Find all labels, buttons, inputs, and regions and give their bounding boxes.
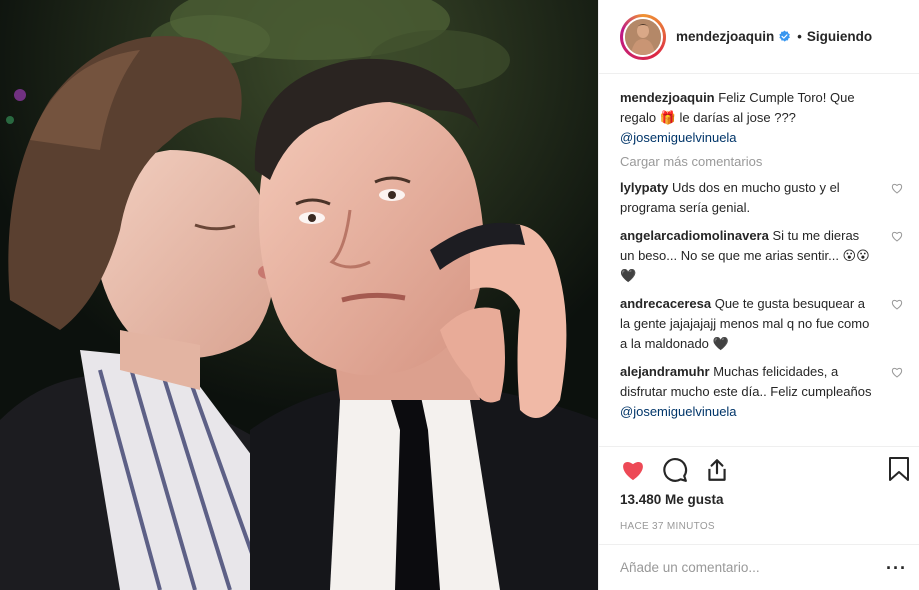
comment-username[interactable]: lylypaty [620,180,668,195]
post-photo-illustration [0,0,598,590]
add-comment-bar: ··· [599,544,919,590]
small-heart-icon[interactable] [891,231,903,242]
load-more-comments-button[interactable]: Cargar más comentarios [620,154,893,169]
instagram-post: mendezjoaquin • Siguiendo mendezjoaquin … [0,0,919,590]
small-heart-icon[interactable] [891,183,903,194]
avatar-image [625,18,661,55]
comment-bubble-icon[interactable] [662,457,688,483]
comment-username[interactable]: andrecaceresa [620,296,711,311]
small-heart-icon[interactable] [891,367,903,378]
story-ring[interactable] [620,13,666,60]
share-icon[interactable] [704,457,730,483]
action-bar [599,446,919,492]
comments-list: mendezjoaquin Feliz Cumple Toro! Que reg… [599,74,919,446]
small-heart-icon[interactable] [891,299,903,310]
comment-input[interactable] [620,560,887,575]
post-header: mendezjoaquin • Siguiendo [599,0,919,74]
caption-username[interactable]: mendezjoaquin [620,90,715,105]
caption-mention[interactable]: @josemiguelvinuela [620,130,737,145]
comment-item: angelarcadiomolinavera Si tu me dieras u… [620,226,903,286]
comment-mention[interactable]: @josemiguelvinuela [620,404,737,419]
heart-filled-icon[interactable] [620,457,646,483]
comment-item: andrecaceresa Que te gusta besuquear a l… [620,294,903,354]
header-username[interactable]: mendezjoaquin [676,29,774,44]
more-options-button[interactable]: ··· [886,559,907,577]
comment-username[interactable]: angelarcadiomolinavera [620,228,769,243]
post-timestamp: HACE 37 MINUTOS [620,521,715,532]
likes-count[interactable]: 13.480 Me gusta [599,492,919,514]
avatar[interactable] [623,16,663,57]
comment-username[interactable]: alejandramuhr [620,364,710,379]
post-caption: mendezjoaquin Feliz Cumple Toro! Que reg… [620,88,893,148]
comment-item: lylypaty Uds dos en mucho gusto y el pro… [620,178,903,218]
post-side-panel: mendezjoaquin • Siguiendo mendezjoaquin … [598,0,919,590]
verified-badge-icon [779,30,791,42]
post-photo[interactable] [0,0,598,590]
following-button[interactable]: Siguiendo [807,29,872,44]
header-separator: • [797,29,802,44]
comment-item: alejandramuhr Muchas felicidades, a disf… [620,362,903,422]
bookmark-icon[interactable] [888,456,910,482]
